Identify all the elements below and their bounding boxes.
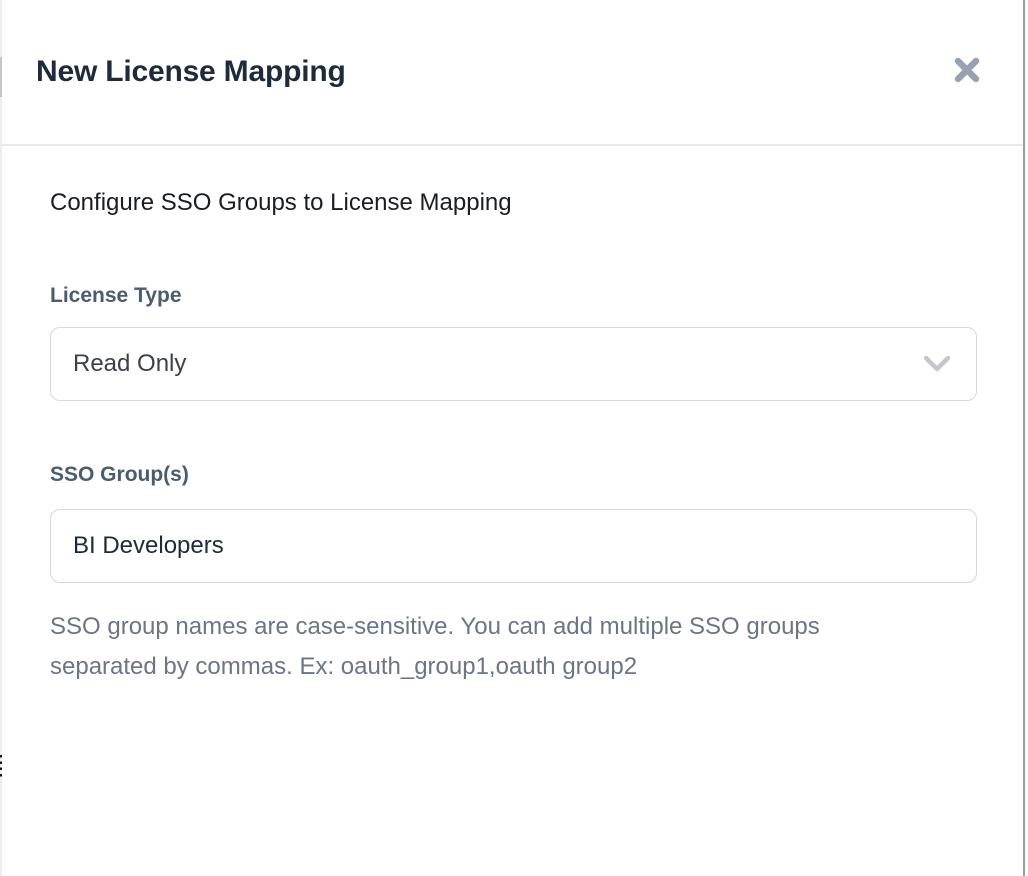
license-type-selected-value: Read Only <box>73 350 924 378</box>
window-right-edge <box>1023 0 1025 876</box>
help-text-line: SSO group names are case-sensitive. You … <box>50 607 979 647</box>
modal-header: New License Mapping <box>2 0 1023 146</box>
chevron-down-icon <box>924 356 950 372</box>
sso-groups-label: SSO Group(s) <box>50 463 979 487</box>
modal-body: Configure SSO Groups to License Mapping … <box>2 148 1023 876</box>
license-type-select[interactable]: Read Only <box>50 327 977 401</box>
help-text-line: separated by commas. Ex: oauth_group1,oa… <box>50 647 979 687</box>
sso-groups-input[interactable] <box>50 509 977 583</box>
close-icon <box>951 54 983 86</box>
close-button[interactable] <box>947 50 987 90</box>
modal-title: New License Mapping <box>36 55 346 89</box>
license-type-label: License Type <box>50 284 979 308</box>
modal-intro-text: Configure SSO Groups to License Mapping <box>50 188 979 218</box>
sso-groups-help-text: SSO group names are case-sensitive. You … <box>50 607 979 687</box>
